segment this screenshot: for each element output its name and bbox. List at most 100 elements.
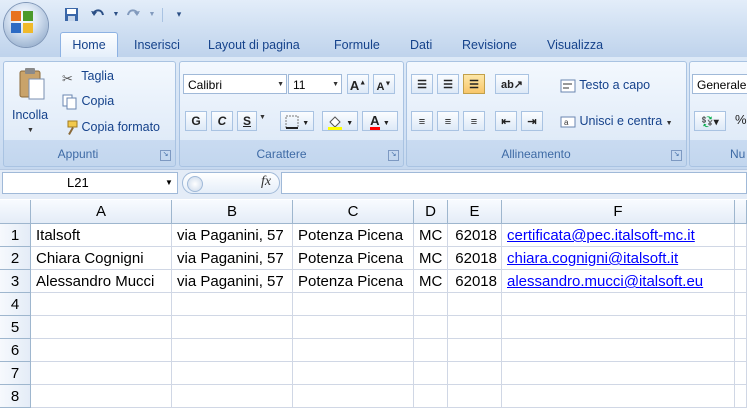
wrap-text-button[interactable]: Testo a capo	[560, 75, 650, 95]
grid-cell[interactable]	[735, 224, 747, 247]
email-link-cell[interactable]: alessandro.mucci@italsoft.eu	[502, 270, 735, 293]
grid-cell[interactable]	[293, 339, 414, 362]
grid-cell[interactable]	[735, 247, 747, 270]
grid-cell[interactable]	[172, 293, 293, 316]
grid-cell[interactable]	[735, 293, 747, 316]
row-header[interactable]: 7	[0, 362, 31, 385]
column-header-d[interactable]: D	[414, 200, 448, 224]
grid-cell[interactable]: Alessandro Mucci	[31, 270, 172, 293]
cut-button[interactable]: ✂ Taglia	[62, 66, 114, 86]
grid-cell[interactable]	[293, 293, 414, 316]
name-box[interactable]: L21 ▼	[2, 172, 178, 194]
grid-cell[interactable]	[448, 362, 502, 385]
grid-cell[interactable]	[735, 316, 747, 339]
tab-layout-di-pagina[interactable]: Layout di pagina	[208, 35, 300, 55]
paste-button[interactable]: Incolla ▼	[8, 65, 54, 145]
grid-cell[interactable]	[172, 316, 293, 339]
accounting-format-button[interactable]: 💱▾	[694, 111, 726, 131]
bold-button[interactable]: G	[185, 111, 207, 131]
grid-cell[interactable]: via Paganini, 57	[172, 270, 293, 293]
grid-cell[interactable]	[414, 316, 448, 339]
grid-cell[interactable]	[735, 339, 747, 362]
tab-dati[interactable]: Dati	[410, 35, 432, 55]
grid-cell[interactable]	[414, 293, 448, 316]
undo-dropdown-icon[interactable]: ▼	[107, 5, 125, 23]
email-link-cell[interactable]	[502, 316, 735, 339]
grid-cell[interactable]	[293, 385, 414, 408]
customize-icon[interactable]: ▾	[170, 5, 188, 23]
appunti-launcher-icon[interactable]: ↘	[160, 150, 171, 161]
grid-cell[interactable]	[414, 385, 448, 408]
grid-cell[interactable]: MC	[414, 224, 448, 247]
align-center-button[interactable]: ≡	[437, 111, 459, 131]
align-left-button[interactable]: ≡	[411, 111, 433, 131]
grid-cell[interactable]: 62018	[448, 270, 502, 293]
email-link-cell[interactable]	[502, 293, 735, 316]
email-link-cell[interactable]	[502, 339, 735, 362]
column-header-f[interactable]: F	[502, 200, 735, 224]
decrease-indent-button[interactable]: ⇤	[495, 111, 517, 131]
insert-function-icon[interactable]: fx	[261, 174, 271, 190]
align-bottom-button[interactable]: ☰	[463, 74, 485, 94]
grid-cell[interactable]	[448, 316, 502, 339]
email-link-cell[interactable]	[502, 362, 735, 385]
grow-font-button[interactable]: A▲	[347, 74, 369, 94]
fill-color-button[interactable]: ▼	[322, 111, 358, 131]
grid-cell[interactable]	[31, 362, 172, 385]
tab-home[interactable]: Home	[60, 32, 118, 58]
column-header-c[interactable]: C	[293, 200, 414, 224]
underline-button[interactable]: S	[237, 111, 257, 131]
allineamento-launcher-icon[interactable]: ↘	[671, 150, 682, 161]
increase-indent-button[interactable]: ⇥	[521, 111, 543, 131]
grid-cell[interactable]	[735, 270, 747, 293]
column-header-b[interactable]: B	[172, 200, 293, 224]
grid-cell[interactable]: 62018	[448, 247, 502, 270]
row-header[interactable]: 5	[0, 316, 31, 339]
grid-cell[interactable]	[172, 385, 293, 408]
grid-cell[interactable]	[414, 339, 448, 362]
row-header[interactable]: 6	[0, 339, 31, 362]
formula-grip-icon[interactable]	[187, 176, 203, 192]
email-link-cell[interactable]: certificata@pec.italsoft-mc.it	[502, 224, 735, 247]
redo-icon[interactable]	[124, 5, 142, 23]
undo-icon[interactable]	[88, 5, 106, 23]
row-header[interactable]: 2	[0, 247, 31, 270]
grid-cell[interactable]	[31, 385, 172, 408]
copy-button[interactable]: Copia	[62, 91, 114, 111]
orientation-button[interactable]: ab↗	[495, 74, 529, 94]
borders-button[interactable]: ▼	[280, 111, 314, 131]
row-header[interactable]: 8	[0, 385, 31, 408]
grid-cell[interactable]: Italsoft	[31, 224, 172, 247]
grid-cell[interactable]	[293, 362, 414, 385]
grid-cell[interactable]: Potenza Picena	[293, 224, 414, 247]
grid-cell[interactable]	[172, 362, 293, 385]
grid-cell[interactable]	[172, 339, 293, 362]
underline-dropdown-icon[interactable]: ▼	[259, 114, 266, 121]
carattere-launcher-icon[interactable]: ↘	[388, 150, 399, 161]
grid-cell[interactable]	[448, 339, 502, 362]
grid-cell[interactable]	[735, 362, 747, 385]
grid-cell[interactable]: MC	[414, 270, 448, 293]
grid-cell[interactable]	[31, 339, 172, 362]
row-header[interactable]: 1	[0, 224, 31, 247]
row-header[interactable]: 4	[0, 293, 31, 316]
grid-cell[interactable]	[31, 316, 172, 339]
save-icon[interactable]	[62, 5, 80, 23]
column-header-a[interactable]: A	[31, 200, 172, 224]
grid-cell[interactable]: Potenza Picena	[293, 270, 414, 293]
grid-cell[interactable]	[448, 385, 502, 408]
font-color-button[interactable]: A ▼	[362, 111, 398, 131]
grid-cell[interactable]	[414, 362, 448, 385]
percent-button[interactable]: %	[735, 112, 747, 127]
column-header-g[interactable]	[735, 200, 747, 224]
email-link-cell[interactable]	[502, 385, 735, 408]
grid-cell[interactable]: Potenza Picena	[293, 247, 414, 270]
column-header-e[interactable]: E	[448, 200, 502, 224]
grid-cell[interactable]: 62018	[448, 224, 502, 247]
shrink-font-button[interactable]: A▼	[373, 74, 395, 94]
number-format-select[interactable]: Generale	[692, 74, 747, 94]
row-header[interactable]: 3	[0, 270, 31, 293]
formula-input[interactable]	[281, 172, 747, 194]
email-link-cell[interactable]: chiara.cognigni@italsoft.it	[502, 247, 735, 270]
select-all-corner[interactable]	[0, 200, 31, 224]
